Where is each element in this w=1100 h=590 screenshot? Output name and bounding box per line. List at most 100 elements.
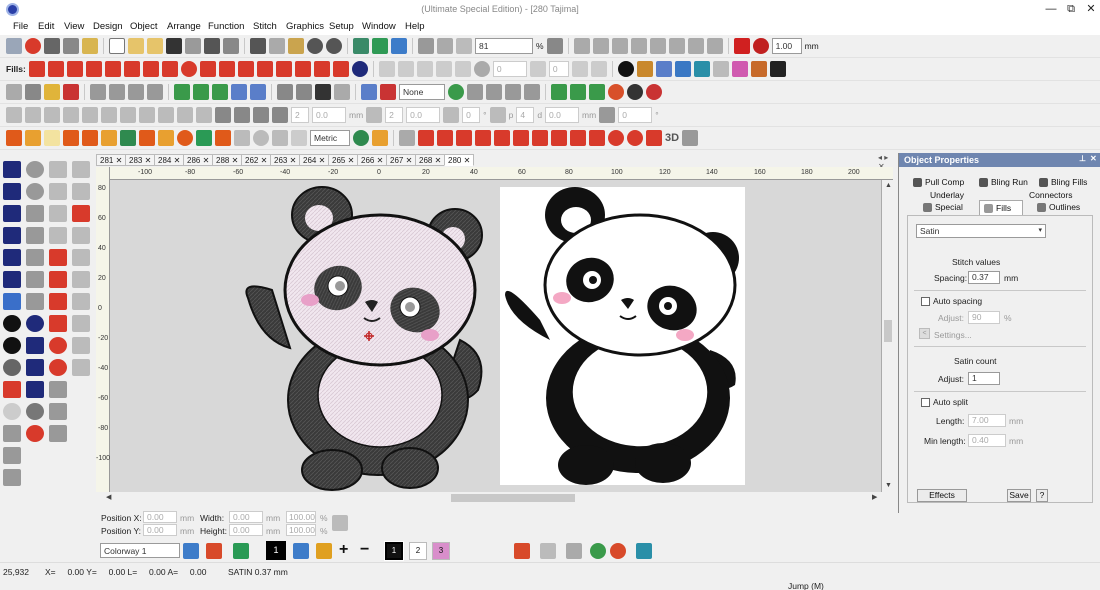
fill-type-select[interactable]: Satin ▾ [916,224,1046,238]
doc-tab[interactable]: 264 ✕ [299,154,330,166]
none-color-icon[interactable] [380,84,396,100]
reflect-tool-icon[interactable] [49,425,67,442]
menu-stitch[interactable]: Stitch [253,21,277,32]
connect-tool-icon[interactable] [49,403,67,420]
home-icon[interactable] [6,38,22,54]
palette-icon[interactable] [655,61,672,77]
fill-crescent-icon[interactable] [351,61,368,77]
doc-tab[interactable]: 265 ✕ [328,154,359,166]
angle-tool-icon[interactable] [599,107,616,123]
sphere-icon[interactable] [3,403,21,420]
fill-motif-icon[interactable] [142,61,159,77]
tshirt-icon[interactable] [196,130,212,146]
restore-button[interactable]: ⧉ [1060,1,1082,18]
graph-icon[interactable] [334,84,350,100]
ellipse-tool-icon[interactable] [26,183,44,200]
jumps-icon[interactable] [570,84,586,100]
garment-icon[interactable] [233,543,249,559]
copy-icon[interactable] [269,38,285,54]
digitize-d-icon[interactable] [49,315,67,332]
digitize-f-icon[interactable] [49,359,67,376]
undo-icon[interactable] [307,38,323,54]
ungroup-icon[interactable] [90,84,106,100]
thread-bars-icon[interactable] [514,543,530,559]
scale-width-input[interactable]: 100.00 [286,511,316,523]
measure-icon[interactable] [353,130,369,146]
fill-bucket-icon[interactable] [316,543,332,559]
column-j-icon[interactable] [72,359,90,376]
doc-tab[interactable]: 267 ✕ [386,154,417,166]
doc-tab[interactable]: 263 ✕ [270,154,301,166]
add-color-icon[interactable]: + [339,542,348,558]
tab-special[interactable]: Special [923,202,963,212]
layers-icon[interactable] [3,469,21,486]
center-icon[interactable] [196,107,212,123]
stitch-player-icon[interactable] [353,38,369,54]
pattern-b-icon[interactable] [437,130,453,146]
digitize-b-icon[interactable] [49,271,67,288]
doc-tab[interactable]: 281 ✕ [96,154,127,166]
scroll-right-arrow-icon[interactable]: ▶ [872,493,877,501]
ring-tool-icon[interactable] [3,337,21,354]
flip-icon[interactable] [571,61,588,77]
shape-split-icon[interactable] [649,38,666,54]
menu-help[interactable]: Help [405,21,425,32]
paste-icon[interactable] [288,38,304,54]
doc-tab[interactable]: 268 ✕ [415,154,446,166]
pointer-tool-icon[interactable] [399,130,415,146]
doc-tab[interactable]: 266 ✕ [357,154,388,166]
move-down-icon[interactable] [177,107,193,123]
shape-weld-icon[interactable] [687,38,704,54]
spiral-icon[interactable] [448,84,464,100]
doc-tab[interactable]: 284 ✕ [154,154,185,166]
angle-input-a[interactable]: 0 [492,61,527,77]
units-select[interactable]: Metric [310,130,350,146]
digitize-c-icon[interactable] [49,293,67,310]
column-h-icon[interactable] [72,315,90,332]
rotate-icon[interactable] [435,61,452,77]
effect-flower-icon[interactable] [215,130,231,146]
align-bottom-icon[interactable] [101,107,117,123]
menu-arrange[interactable]: Arrange [167,21,201,32]
spool-icon[interactable] [674,61,691,77]
column-f-icon[interactable] [72,271,90,288]
effect-wave-icon[interactable] [6,130,22,146]
save-button[interactable]: Save [1007,489,1031,502]
close-button[interactable]: ✕ [1080,1,1100,18]
adjust-input[interactable]: 90 [968,311,1000,324]
no-stitch-icon[interactable] [646,84,662,100]
pattern-h-icon[interactable] [551,130,567,146]
column-a-icon[interactable] [72,161,90,178]
color-wheel-bottom-icon[interactable] [610,543,626,559]
shape-intersect-icon[interactable] [611,38,628,54]
save-icon[interactable] [166,38,182,54]
tab-outlines[interactable]: Outlines [1037,202,1080,212]
zoom-out-icon[interactable] [437,38,453,54]
color-stop-icon[interactable] [733,38,750,54]
effect-fork-icon[interactable] [82,130,98,146]
hoop-bottom-icon[interactable] [636,543,652,559]
row-input-2[interactable]: 0.0 [406,107,441,123]
scroll-up-arrow-icon[interactable]: ▲ [885,182,892,189]
digitize-e-icon[interactable] [49,337,67,354]
cut-icon[interactable] [250,38,266,54]
pattern-c-icon[interactable] [456,130,472,146]
color-wheel-icon[interactable] [608,84,624,100]
tab-underlay[interactable]: Underlay [930,190,964,200]
column-e-icon[interactable] [72,249,90,266]
fill-step-icon[interactable] [85,61,102,77]
print-preview-icon[interactable] [223,38,239,54]
menu-function[interactable]: Function [208,21,244,32]
reshape-arrow-icon[interactable] [3,183,21,200]
effect-brush-icon[interactable] [139,130,155,146]
stamp-icon[interactable] [296,84,312,100]
shape-subtract-icon[interactable] [592,38,609,54]
tab-pull-comp[interactable]: Pull Comp [913,177,964,187]
align-right-icon[interactable] [44,107,60,123]
shape-exclude-icon[interactable] [630,38,647,54]
export-machine-icon[interactable] [769,61,786,77]
satin-col-icon[interactable] [49,205,67,222]
fill-tatami-icon[interactable] [104,61,121,77]
column-i-icon[interactable] [72,337,90,354]
scale-height-input[interactable]: 100.00 [286,524,316,536]
